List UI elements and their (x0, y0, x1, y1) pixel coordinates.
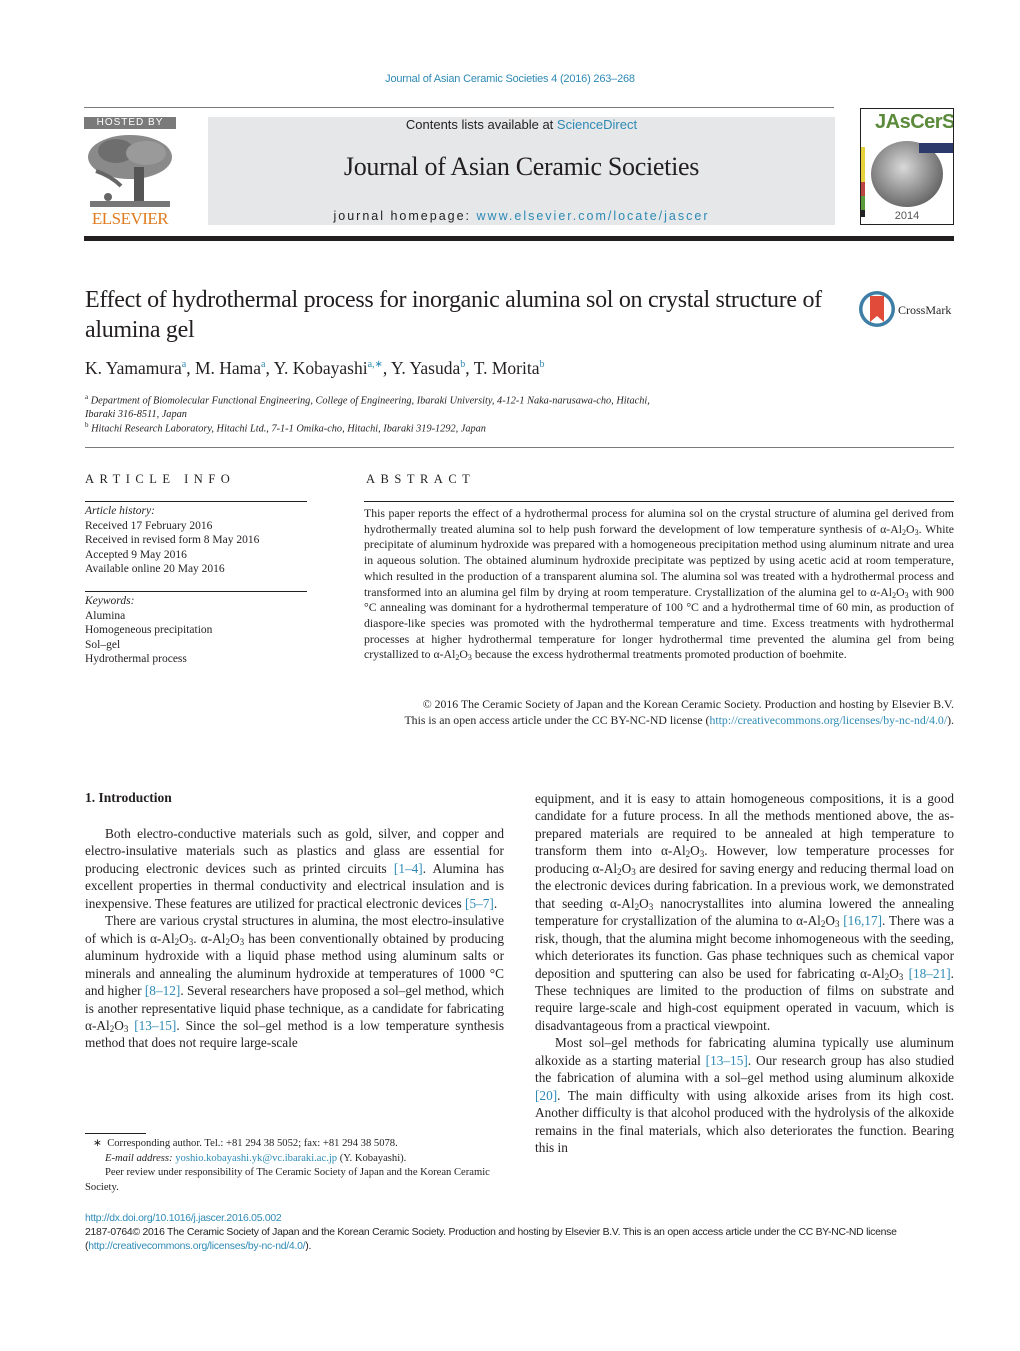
section-heading: 1. Introduction (85, 790, 172, 805)
abstract-text: This paper reports the effect of a hydro… (364, 506, 954, 663)
journal-citation-link[interactable]: Journal of Asian Ceramic Societies 4 (20… (0, 73, 1020, 85)
homepage-link[interactable]: www.elsevier.com/locate/jascer (477, 209, 710, 223)
author-affiliation-link[interactable]: b (460, 359, 465, 370)
divider (85, 447, 954, 448)
homepage-prefix: journal homepage: (333, 209, 477, 223)
author-affiliation-link[interactable]: a (182, 359, 186, 370)
journal-cover-thumbnail[interactable]: JAsCerS 2014 (860, 108, 954, 225)
cover-year: 2014 (894, 210, 920, 222)
keyword: Alumina (85, 609, 126, 622)
chemical-formula: α-Al2O3 (660, 843, 705, 860)
history-item: Received in revised form 8 May 2016 (85, 534, 260, 546)
history-item: Accepted 9 May 2016 (85, 548, 187, 561)
keywords-label: Keywords: (85, 595, 135, 607)
contents-prefix: Contents lists available at (405, 117, 557, 132)
keyword: Homogeneous precipitation (85, 624, 213, 636)
chemical-formula: α-Al2O3 (200, 930, 245, 947)
corresponding-author-note: ∗ Corresponding author. Tel.: +81 294 38… (93, 1138, 398, 1149)
reference-link[interactable]: [1–4] (394, 861, 423, 876)
keywords: Keywords: Alumina Homogeneous precipitat… (85, 594, 310, 667)
crossmark-label: CrossMark (898, 303, 952, 317)
footnote-marker: ∗ (93, 1138, 102, 1149)
chemical-formula: α-Al2O3 (592, 860, 636, 877)
abstract-copyright: © 2016 The Ceramic Society of Japan and … (404, 697, 954, 727)
homepage-line: journal homepage: www.elsevier.com/locat… (208, 209, 835, 223)
author-list: K. Yamamuraa, M. Hamaa, Y. Kobayashia,∗,… (85, 358, 545, 378)
author-affiliation-link[interactable]: a (261, 359, 265, 370)
keyword: Hydrothermal process (85, 653, 187, 665)
affiliation-b: b Hitachi Research Laboratory, Hitachi L… (85, 418, 486, 436)
affiliation-marker: a (85, 393, 89, 401)
reference-link[interactable]: [13–15] (134, 1018, 176, 1033)
chemical-formula: α-Al2O3 (796, 913, 840, 930)
journal-name: Journal of Asian Ceramic Societies (343, 152, 700, 181)
issn-copyright: 2187-0764© 2016 The Ceramic Society of J… (85, 1227, 897, 1252)
cover-stripe (861, 147, 865, 217)
body-column-left: Both electro-conductive materials such a… (85, 825, 504, 1052)
elsevier-tree-icon (88, 135, 172, 207)
license-link[interactable]: http://creativecommons.org/licenses/by-n… (709, 713, 947, 727)
footnotes: ∗ Corresponding author. Tel.: +81 294 38… (85, 1137, 507, 1195)
body-column-right: equipment, and it is easy to attain homo… (535, 790, 954, 1157)
paragraph: equipment, and it is easy to attain homo… (535, 791, 954, 1033)
journal-masthead: Contents lists available at ScienceDirec… (208, 117, 835, 225)
reference-link[interactable]: [18–21] (909, 966, 951, 981)
elsevier-wordmark: ELSEVIER (91, 209, 169, 228)
chemical-formula: α-Al2O3 (433, 647, 472, 663)
affiliation-text: Hitachi Research Laboratory, Hitachi Ltd… (91, 423, 486, 435)
footnote-rule (85, 1133, 146, 1134)
header-thick-rule (84, 236, 954, 241)
author[interactable]: T. Morita (474, 358, 540, 378)
affiliation-marker: b (85, 421, 89, 429)
chemical-formula: α-Al2O3 (859, 965, 904, 982)
chemical-formula: α-Al2O3 (609, 895, 654, 912)
author[interactable]: Y. Kobayashi (274, 358, 368, 378)
author-affiliation-link[interactable]: a,∗ (368, 359, 383, 370)
author-affiliation-link[interactable]: b (539, 359, 544, 370)
chemical-formula: α-Al2O3 (880, 521, 919, 537)
author[interactable]: K. Yamamura (85, 358, 182, 378)
reference-link[interactable]: [20] (535, 1088, 557, 1103)
chemical-formula: α-Al2O3 (149, 930, 194, 947)
paragraph: Most sol–gel methods for fabricating alu… (535, 1035, 954, 1156)
crossmark-icon (859, 291, 895, 327)
divider (364, 501, 954, 502)
reference-link[interactable]: [5–7] (465, 896, 494, 911)
author[interactable]: M. Hama (195, 358, 261, 378)
history-label: Article history: (85, 505, 155, 517)
cover-title: JAsCerS (875, 111, 954, 133)
chemical-formula: α-Al2O3 (85, 1017, 129, 1034)
article-history: Article history: Received 17 February 20… (85, 504, 310, 577)
abstract-heading: ABSTRACT (366, 472, 476, 486)
article-footer: http://dx.doi.org/10.1016/j.jascer.2016.… (85, 1212, 955, 1254)
reference-link[interactable]: [8–12] (145, 983, 180, 998)
divider (85, 501, 307, 502)
article-title: Effect of hydrothermal process for inorg… (85, 287, 822, 343)
reference-link[interactable]: [13–15] (706, 1053, 748, 1068)
email-note: E-mail address: yoshio.kobayashi.yk@vc.i… (105, 1152, 407, 1164)
cover-band (919, 143, 953, 153)
hosted-by-label: HOSTED BY (84, 117, 176, 129)
paragraph: There are various crystal structures in … (85, 913, 504, 1051)
keyword: Sol–gel (85, 638, 121, 651)
header-rule (84, 107, 834, 108)
article-info-heading: ARTICLE INFO (85, 472, 236, 486)
chemical-formula: α-Al2O3 (870, 584, 909, 600)
history-item: Received 17 February 2016 (85, 519, 213, 532)
history-item: Available online 20 May 2016 (85, 563, 225, 575)
sciencedirect-link[interactable]: ScienceDirect (557, 117, 637, 132)
reference-link[interactable]: [16,17] (843, 913, 882, 928)
peer-review-note: Peer review under responsibility of The … (85, 1167, 490, 1193)
crossmark-button[interactable]: CrossMark (858, 290, 958, 330)
elsevier-logo[interactable]: HOSTED BY ELSEVIER (84, 117, 176, 228)
paragraph: Both electro-conductive materials such a… (85, 826, 504, 911)
email-link[interactable]: yoshio.kobayashi.yk@vc.ibaraki.ac.jp (175, 1153, 337, 1164)
affiliation-text: Department of Biomolecular Functional En… (90, 395, 650, 407)
contents-line: Contents lists available at ScienceDirec… (208, 117, 835, 133)
divider (85, 591, 307, 592)
doi-link[interactable]: http://dx.doi.org/10.1016/j.jascer.2016.… (85, 1212, 955, 1226)
author[interactable]: Y. Yasuda (391, 358, 460, 378)
license-link[interactable]: http://creativecommons.org/licenses/by-n… (88, 1241, 305, 1252)
